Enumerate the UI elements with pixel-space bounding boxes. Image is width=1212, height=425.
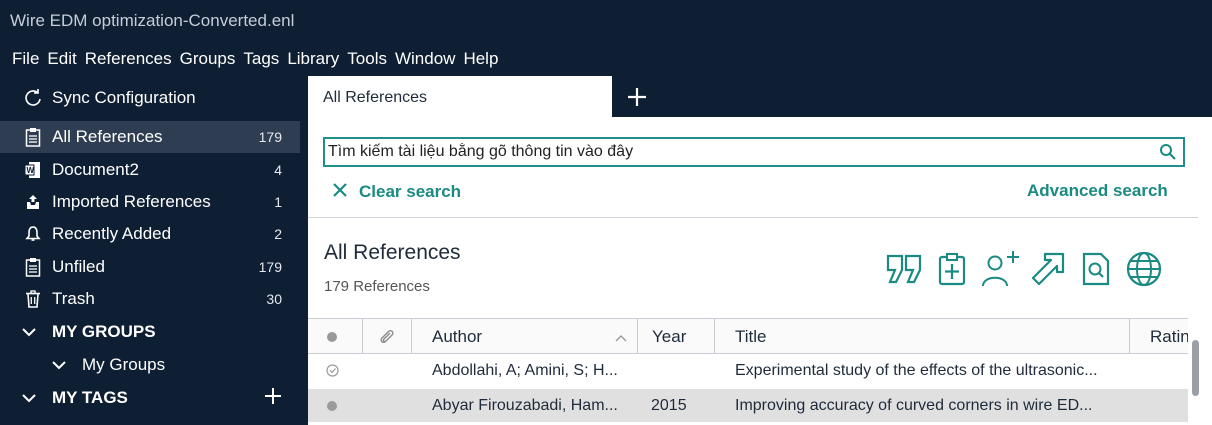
quote-icon[interactable]: [884, 249, 924, 289]
main-panel: Clear search Advanced search All Referen…: [308, 117, 1212, 425]
clear-search-label: Clear search: [359, 181, 462, 201]
globe-icon[interactable]: [1124, 249, 1164, 289]
sidebar-item-recently-added[interactable]: Recently Added 2: [0, 218, 300, 250]
chevron-down-icon: [52, 357, 74, 373]
search-box: [323, 137, 1185, 167]
add-user-icon[interactable]: [980, 249, 1020, 289]
sidebar-item-all-references[interactable]: All References 179: [0, 121, 300, 153]
row-title: Improving accuracy of curved corners in …: [735, 397, 1093, 414]
import-tray-icon: [22, 191, 44, 213]
sidebar-item-document2[interactable]: W Document2 4: [0, 154, 300, 186]
sidebar-item-label: Recently Added: [52, 224, 172, 243]
menu-edit[interactable]: Edit: [47, 49, 76, 69]
column-author[interactable]: Author: [412, 319, 638, 354]
my-groups-label: MY GROUPS: [52, 322, 156, 341]
tab-strip: All References: [300, 76, 1212, 117]
row-year: 2015: [651, 397, 687, 414]
sidebar-item-count: 179: [258, 129, 282, 145]
status-dot-icon: [327, 332, 337, 342]
search-input[interactable]: [328, 139, 1138, 165]
sync-configuration[interactable]: Sync Configuration: [0, 82, 300, 114]
close-icon: [333, 181, 347, 202]
clear-search-button[interactable]: Clear search: [333, 181, 461, 202]
library-title: All References: [324, 241, 461, 264]
my-groups-sub-label: My Groups: [82, 355, 166, 374]
menu-help[interactable]: Help: [463, 49, 498, 69]
sidebar-item-count: 1: [274, 194, 282, 210]
column-title[interactable]: Title: [715, 319, 1130, 354]
column-read-status[interactable]: [308, 319, 363, 354]
column-author-label: Author: [432, 327, 483, 346]
chevron-down-icon: [22, 390, 44, 406]
row-author: Abdollahi, A; Amini, S; H...: [432, 362, 618, 379]
menu-window[interactable]: Window: [395, 49, 455, 69]
plus-icon: [265, 387, 281, 404]
add-tag-button[interactable]: [242, 387, 282, 410]
sidebar-item-label: Document2: [52, 160, 139, 179]
menu-references[interactable]: References: [85, 49, 172, 69]
sidebar-item-label: Unfiled: [52, 257, 105, 276]
column-attachment[interactable]: [363, 319, 412, 354]
menu-tags[interactable]: Tags: [243, 49, 279, 69]
table-row[interactable]: Abyar Firouzabadi, Ham... 2015 Improving…: [308, 389, 1188, 422]
status-dot-icon: [326, 389, 346, 422]
clipboard-icon: [22, 256, 44, 278]
paperclip-icon: [380, 329, 394, 344]
my-groups-subheader[interactable]: My Groups: [0, 349, 300, 381]
sidebar-item-count: 179: [258, 259, 282, 275]
chevron-down-icon: [22, 324, 44, 340]
table-row[interactable]: Abdollahi, A; Amini, S; H... Experimenta…: [308, 354, 1188, 387]
reference-count: 179 References: [324, 278, 430, 295]
divider: [308, 217, 1198, 218]
my-groups-header[interactable]: MY GROUPS: [0, 316, 300, 348]
bell-icon: [22, 223, 44, 245]
my-tags-header[interactable]: MY TAGS: [0, 382, 300, 414]
sidebar: Sync Configuration All References 179 W …: [0, 76, 300, 425]
row-year: [651, 354, 711, 387]
column-rating[interactable]: Ratin: [1130, 319, 1188, 354]
advanced-search-link[interactable]: Advanced search: [1027, 181, 1168, 201]
plus-icon: [628, 88, 646, 106]
tab-all-references[interactable]: All References: [308, 76, 612, 117]
sort-ascending-icon: [615, 335, 627, 342]
trash-icon: [22, 288, 44, 310]
find-pdf-icon[interactable]: [1076, 249, 1116, 289]
search-icon[interactable]: [1159, 143, 1177, 161]
sidebar-item-count: 30: [266, 291, 282, 307]
new-tab-button[interactable]: [622, 80, 652, 114]
sidebar-item-label: Imported References: [52, 192, 211, 211]
menu-groups[interactable]: Groups: [180, 49, 236, 69]
reference-toolbar: [884, 247, 1172, 291]
row-title: Experimental study of the effects of the…: [735, 362, 1098, 379]
menu-file[interactable]: File: [12, 49, 39, 69]
sync-label: Sync Configuration: [52, 88, 196, 107]
column-year[interactable]: Year: [638, 319, 715, 354]
menu-tools[interactable]: Tools: [347, 49, 387, 69]
word-document-icon: W: [22, 159, 44, 181]
window-title: Wire EDM optimization-Converted.enl: [0, 0, 1212, 42]
sync-icon: [22, 87, 44, 109]
svg-text:W: W: [27, 166, 35, 175]
sidebar-item-count: 2: [274, 226, 282, 242]
sidebar-item-count: 4: [274, 162, 282, 178]
read-check-icon: [326, 354, 346, 387]
share-arrow-icon[interactable]: [1028, 249, 1068, 289]
menu-bar: File Edit References Groups Tags Library…: [0, 42, 1212, 76]
table-scrollbar[interactable]: [1188, 318, 1204, 425]
clipboard-add-icon[interactable]: [932, 249, 972, 289]
row-author: Abyar Firouzabadi, Ham...: [432, 397, 618, 414]
table-header: Author Year Title Ratin: [308, 318, 1188, 354]
clipboard-icon: [22, 126, 44, 148]
sidebar-item-imported-references[interactable]: Imported References 1: [0, 186, 300, 218]
sidebar-item-trash[interactable]: Trash 30: [0, 283, 300, 315]
menu-library[interactable]: Library: [287, 49, 339, 69]
sidebar-item-unfiled[interactable]: Unfiled 179: [0, 251, 300, 283]
scrollbar-thumb[interactable]: [1192, 340, 1199, 396]
sidebar-item-label: All References: [52, 127, 163, 146]
sidebar-item-label: Trash: [52, 289, 95, 308]
my-tags-label: MY TAGS: [52, 388, 128, 407]
